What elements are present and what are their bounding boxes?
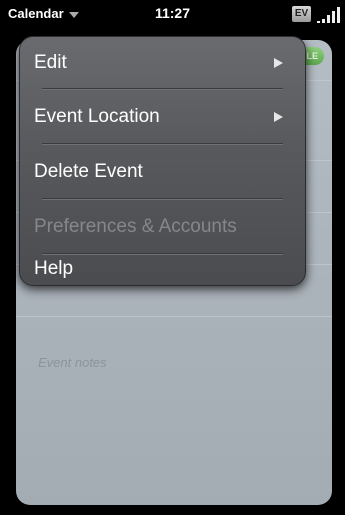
card-divider (16, 316, 332, 317)
menu-item-event-location[interactable]: Event Location (20, 91, 305, 143)
menu-divider (42, 143, 283, 145)
menu-item-label: Edit (34, 52, 67, 73)
status-bar: Calendar 11:27 EV (0, 0, 345, 30)
menu-item-label: Help (34, 258, 74, 279)
app-menu-dropdown: Edit Event Location Delete Event Prefere… (19, 36, 306, 286)
menu-item-delete-event[interactable]: Delete Event (20, 146, 305, 198)
menu-divider (42, 198, 283, 200)
submenu-arrow-icon (274, 58, 283, 68)
submenu-arrow-icon (274, 112, 283, 122)
menu-divider (42, 88, 283, 90)
menu-item-edit[interactable]: Edit (20, 37, 305, 89)
event-notes-field[interactable]: Event notes (38, 355, 107, 370)
menu-item-label: Event Location (34, 106, 160, 127)
menu-item-preferences-accounts: Preferences & Accounts (20, 201, 305, 253)
menu-item-help[interactable]: Help (20, 256, 305, 285)
signal-strength-icon[interactable] (315, 6, 340, 23)
menu-item-label: Delete Event (34, 161, 143, 182)
device-screen: Calendar 11:27 EV GLE Event notes Edit E… (0, 0, 345, 515)
menu-divider (42, 253, 283, 255)
menu-item-label: Preferences & Accounts (34, 216, 237, 237)
network-badge: EV (292, 6, 311, 22)
